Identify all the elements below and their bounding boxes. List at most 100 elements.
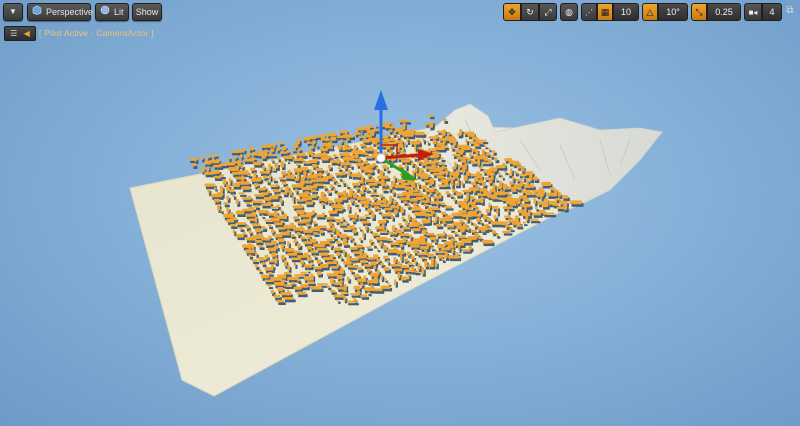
building-block (256, 177, 262, 181)
building-block (293, 262, 296, 267)
building-block (333, 188, 337, 192)
translate-mode-button[interactable]: ✥ (503, 3, 521, 21)
globe-icon: ◍ (565, 6, 573, 17)
building-block (343, 249, 346, 255)
building-block (289, 154, 293, 157)
building-block (448, 255, 460, 259)
building-block (442, 221, 446, 225)
rotate-mode-button[interactable]: ↻ (521, 3, 539, 21)
building-block (449, 194, 453, 197)
building-shadow (510, 230, 515, 233)
building-block (228, 177, 232, 184)
scene-render (129, 90, 664, 397)
building-block (490, 221, 503, 225)
3d-viewport[interactable]: ▼ Perspective Lit Show ✥ ↻ ⤢ ◍ ⋰ ▦ 10 △ … (0, 0, 800, 426)
building-block (553, 189, 559, 193)
building-block (441, 258, 445, 261)
building-block (296, 243, 301, 248)
building-block (295, 153, 307, 157)
building-block (267, 284, 272, 287)
building-shadow (248, 176, 253, 179)
building-block (220, 208, 223, 212)
building-block (443, 241, 454, 245)
viewport-options-button[interactable]: ▼ (3, 3, 23, 21)
coordinate-system-button[interactable]: ◍ (560, 3, 578, 21)
building-block (502, 230, 511, 234)
building-block (248, 195, 251, 200)
building-block (257, 209, 269, 214)
building-block (485, 208, 490, 214)
building-block (505, 224, 511, 228)
building-block (410, 128, 415, 135)
building-block (392, 235, 395, 238)
building-block (404, 163, 408, 169)
building-block (280, 243, 284, 250)
building-shadow (415, 272, 421, 276)
building-block (204, 183, 216, 187)
surface-snapping-button[interactable]: ⋰ (581, 3, 597, 21)
building-block (332, 225, 335, 233)
rotation-snap-value[interactable]: 10° (658, 3, 688, 21)
show-button[interactable]: Show (132, 3, 162, 21)
camera-speed-button[interactable]: ■◂ (744, 3, 762, 21)
scale-snap-value[interactable]: 0.25 (707, 3, 741, 21)
building-block (251, 211, 256, 214)
building-block (563, 203, 568, 210)
building-block (378, 230, 387, 233)
building-block (248, 206, 255, 211)
building-block (343, 165, 347, 169)
building-block (431, 186, 436, 189)
building-block (258, 257, 265, 261)
grid-snap-toggle[interactable]: ▦ (597, 3, 613, 21)
building-block (291, 148, 296, 151)
eject-pilot-button[interactable]: ☰ ◀ (4, 25, 36, 41)
rotation-snap-toggle[interactable]: △ (642, 3, 658, 21)
building-block (280, 255, 285, 260)
lit-button[interactable]: Lit (95, 3, 129, 21)
building-block (468, 246, 472, 250)
building-block (478, 236, 482, 240)
building-block (236, 222, 247, 225)
gizmo-center[interactable] (376, 153, 386, 163)
building-block (407, 273, 410, 279)
building-shadow (262, 240, 272, 243)
scale-mode-button[interactable]: ⤢ (539, 3, 557, 21)
building-block (440, 145, 448, 149)
building-block (358, 227, 362, 229)
building-block (310, 189, 317, 193)
gizmo-z-arrow[interactable] (374, 90, 388, 110)
building-block (410, 266, 415, 273)
building-block (191, 163, 196, 167)
camera-speed-value[interactable]: 4 (762, 3, 782, 21)
building-shadow (256, 207, 261, 211)
building-block (332, 154, 338, 157)
building-block (347, 204, 351, 212)
building-block (337, 202, 341, 207)
building-block (492, 206, 499, 210)
building-block (429, 156, 437, 159)
building-block (282, 181, 287, 185)
building-block (476, 217, 481, 222)
building-block (486, 217, 491, 222)
scale-snap-toggle[interactable]: ⤡ (691, 3, 707, 21)
rotate-icon: ↻ (526, 6, 534, 17)
grid-snap-value[interactable]: 10 (613, 3, 639, 21)
maximize-viewport-button[interactable]: ⧉ (784, 5, 796, 17)
building-block (388, 231, 397, 235)
building-block (352, 240, 355, 244)
building-block (262, 165, 265, 171)
building-block (383, 278, 387, 281)
building-shadow (291, 236, 297, 239)
building-block (561, 195, 569, 199)
building-block (306, 257, 312, 261)
building-block (241, 186, 250, 190)
building-block (421, 185, 428, 190)
building-block (285, 150, 289, 154)
building-block (269, 174, 271, 180)
building-block (323, 185, 327, 189)
building-block (336, 275, 343, 280)
perspective-button[interactable]: Perspective (27, 3, 93, 21)
building-block (339, 256, 343, 260)
building-block (384, 182, 388, 187)
building-block (399, 151, 406, 154)
